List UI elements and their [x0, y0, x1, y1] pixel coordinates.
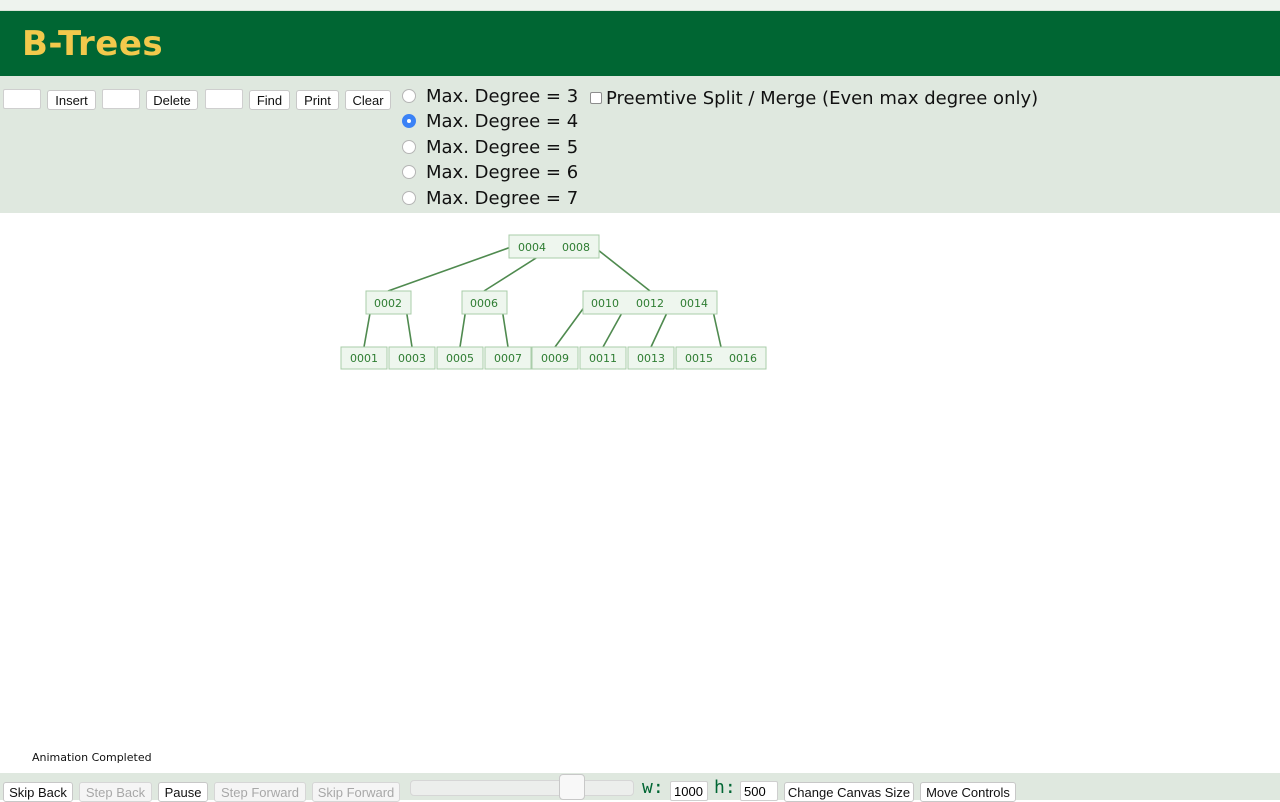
tree-node: 0013: [627, 346, 675, 370]
delete-input[interactable]: [102, 89, 140, 109]
page-title: B-Trees: [22, 24, 164, 64]
node-key: 0008: [562, 241, 590, 254]
node-key: 0009: [541, 352, 569, 365]
preemptive-split-option[interactable]: Preemtive Split / Merge (Even max degree…: [590, 87, 1038, 109]
radio-button-selected[interactable]: [402, 114, 416, 128]
tree-node: 0002: [365, 290, 412, 315]
degree-option-label: Max. Degree = 6: [426, 161, 579, 183]
move-controls-button[interactable]: Move Controls: [920, 782, 1016, 802]
btree-diagram: 0004 0008 0002 0006 0010 0012 0014 0001 …: [340, 234, 767, 370]
insert-button[interactable]: Insert: [47, 90, 96, 110]
node-key: 0010: [591, 297, 619, 310]
degree-option-5[interactable]: Max. Degree = 5: [402, 135, 578, 159]
radio-button[interactable]: [402, 191, 416, 205]
radio-button[interactable]: [402, 140, 416, 154]
degree-option-3[interactable]: Max. Degree = 3: [402, 84, 578, 108]
width-label: w:: [642, 777, 664, 798]
radio-button[interactable]: [402, 89, 416, 103]
tree-node: 0003: [388, 346, 436, 370]
speed-slider-handle[interactable]: [558, 774, 585, 800]
speed-slider[interactable]: [410, 780, 634, 796]
preemptive-checkbox[interactable]: [590, 92, 602, 104]
node-key: 0005: [446, 352, 474, 365]
animation-canvas: 0004 0008 0002 0006 0010 0012 0014 0001 …: [0, 213, 1280, 773]
skip-forward-button[interactable]: Skip Forward: [312, 782, 400, 802]
degree-option-label: Max. Degree = 4: [426, 110, 579, 132]
canvas-height-input[interactable]: [740, 781, 778, 801]
skip-back-button[interactable]: Skip Back: [3, 782, 73, 802]
node-key: 0004: [518, 241, 546, 254]
insert-input[interactable]: [3, 89, 41, 109]
node-key: 0003: [398, 352, 426, 365]
delete-button[interactable]: Delete: [146, 90, 198, 110]
degree-option-7[interactable]: Max. Degree = 7: [402, 186, 578, 210]
height-label: h:: [714, 777, 736, 798]
degree-option-label: Max. Degree = 5: [426, 136, 579, 158]
node-key: 0015: [685, 352, 713, 365]
pause-button[interactable]: Pause: [158, 782, 208, 802]
node-key: 0013: [637, 352, 665, 365]
clear-button[interactable]: Clear: [345, 90, 391, 110]
step-back-button[interactable]: Step Back: [79, 782, 152, 802]
print-button[interactable]: Print: [296, 90, 339, 110]
tree-node: 0010 0012 0014: [582, 290, 718, 315]
node-key: 0001: [350, 352, 378, 365]
node-key: 0012: [636, 297, 664, 310]
degree-option-label: Max. Degree = 3: [426, 85, 579, 107]
find-button[interactable]: Find: [249, 90, 290, 110]
tree-node: 0006: [461, 290, 508, 315]
tree-node: 0007: [484, 346, 532, 370]
degree-option-6[interactable]: Max. Degree = 6: [402, 160, 578, 184]
node-key: 0014: [680, 297, 708, 310]
status-text: Animation Completed: [32, 751, 152, 764]
change-canvas-size-button[interactable]: Change Canvas Size: [784, 782, 914, 802]
tree-node: 0009: [531, 346, 579, 370]
degree-option-4[interactable]: Max. Degree = 4: [402, 109, 578, 133]
tree-edge: [592, 245, 651, 292]
tree-node: 0011: [579, 346, 627, 370]
tree-node: 0005: [436, 346, 484, 370]
node-key: 0011: [589, 352, 617, 365]
node-key: 0002: [374, 297, 402, 310]
find-input[interactable]: [205, 89, 243, 109]
radio-button[interactable]: [402, 165, 416, 179]
preemptive-label: Preemtive Split / Merge (Even max degree…: [606, 87, 1039, 109]
tree-node: 0001: [340, 346, 388, 370]
tree-node-root: 0004 0008: [508, 234, 600, 259]
step-forward-button[interactable]: Step Forward: [214, 782, 306, 802]
node-key: 0016: [729, 352, 757, 365]
top-strip: [0, 0, 1280, 11]
page-header: B-Trees: [0, 11, 1280, 76]
node-key: 0006: [470, 297, 498, 310]
degree-option-label: Max. Degree = 7: [426, 187, 579, 209]
node-key: 0007: [494, 352, 522, 365]
tree-node: 0015 0016: [675, 346, 767, 370]
canvas-width-input[interactable]: [670, 781, 708, 801]
